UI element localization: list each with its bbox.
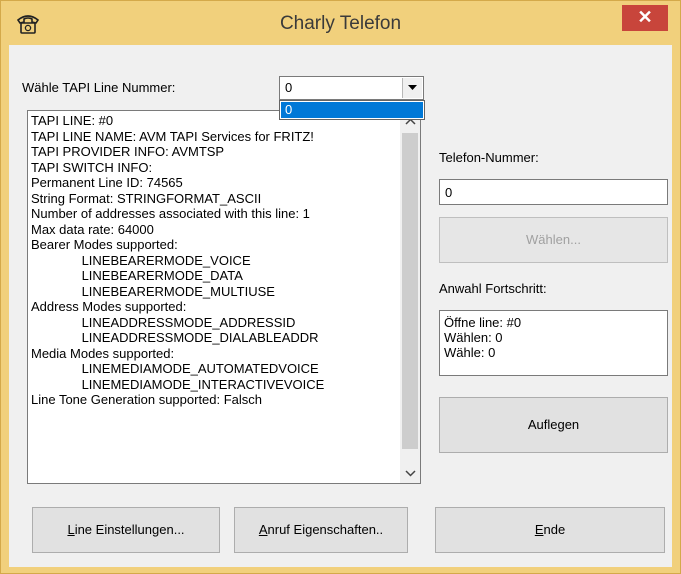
- line-info-text: TAPI LINE: #0 TAPI LINE NAME: AVM TAPI Se…: [31, 113, 401, 408]
- window-title: Charly Telefon: [279, 13, 402, 34]
- line-select-dropdown-list[interactable]: 0: [279, 100, 425, 120]
- info-line: TAPI PROVIDER INFO: AVMTSP: [31, 144, 225, 159]
- title-bar[interactable]: Charly Telefon ✕: [1, 1, 680, 45]
- info-line: Max data rate: 64000: [31, 221, 154, 237]
- info-line: LINEBEARERMODE_MULTIUSE: [31, 283, 275, 299]
- info-line: Bearer Modes supported:: [31, 237, 178, 252]
- progress-line: Wähle: 0: [444, 345, 496, 360]
- call-properties-button[interactable]: Anruf Eigenschaften..: [234, 507, 408, 553]
- accelerator-key: A: [258, 522, 268, 537]
- button-label: ine Einstellungen...: [74, 522, 185, 537]
- info-line: LINEMEDIAMODE_AUTOMATEDVOICE: [31, 361, 319, 376]
- phone-number-value: 0: [445, 185, 453, 200]
- line-select-label: Wähle TAPI Line Nummer:: [22, 80, 176, 95]
- dial-progress-label: Anwahl Fortschritt:: [439, 281, 547, 296]
- button-label: nde: [543, 522, 566, 537]
- info-line: LINEMEDIAMODE_INTERACTIVEVOICE: [31, 376, 325, 392]
- info-line: LINEBEARERMODE_DATA: [31, 268, 243, 283]
- line-settings-button[interactable]: Line Einstellungen...: [32, 507, 220, 553]
- info-line: LINEADDRESSMODE_ADDRESSID: [31, 314, 296, 330]
- main-window: Charly Telefon ✕ Wähle TAPI Line Nummer:…: [0, 0, 681, 574]
- progress-line: Wählen: 0: [444, 330, 503, 345]
- accelerator-key: L: [67, 522, 75, 537]
- scroll-thumb[interactable]: [402, 133, 418, 449]
- line-select-value: 0: [285, 80, 293, 95]
- line-info-listbox[interactable]: TAPI LINE: #0 TAPI LINE NAME: AVM TAPI Se…: [27, 110, 421, 484]
- info-line: Number of addresses associated with this…: [31, 206, 310, 221]
- button-label: nruf Eigenschaften..: [267, 522, 384, 537]
- vertical-scrollbar[interactable]: [400, 111, 420, 483]
- info-line: Media Modes supported:: [31, 345, 175, 361]
- progress-line: Öffne line: #0: [444, 315, 522, 330]
- dropdown-option-0[interactable]: 0: [281, 102, 423, 118]
- scroll-down-button[interactable]: [400, 463, 420, 483]
- line-select-combobox[interactable]: 0: [279, 76, 424, 100]
- phone-number-input[interactable]: 0: [439, 179, 668, 205]
- chevron-down-icon: [408, 85, 417, 90]
- dropdown-button[interactable]: [402, 78, 422, 98]
- info-line: LINEBEARERMODE_VOICE: [31, 252, 251, 268]
- info-line: Permanent Line ID: 74565: [31, 175, 183, 190]
- dial-progress-box: Öffne line: #0 Wählen: 0 Wähle: 0: [439, 310, 668, 376]
- client-area: Wähle TAPI Line Nummer: 0 TAPI LINE: #0 T…: [9, 45, 672, 567]
- info-line: Line Tone Generation supported: Falsch: [31, 392, 263, 407]
- info-line: Address Modes supported:: [31, 299, 187, 314]
- chevron-down-icon: [404, 470, 416, 477]
- info-line: String Format: STRINGFORMAT_ASCII: [31, 190, 262, 206]
- close-button[interactable]: ✕: [622, 5, 668, 31]
- phone-number-label: Telefon-Nummer:: [439, 150, 539, 165]
- info-line: LINEADDRESSMODE_DIALABLEADDR: [31, 330, 319, 345]
- hangup-button[interactable]: Auflegen: [439, 397, 668, 453]
- end-button[interactable]: Ende: [435, 507, 665, 553]
- info-line: TAPI SWITCH INFO:: [31, 159, 153, 175]
- dial-button[interactable]: Wählen...: [439, 217, 668, 263]
- info-line: TAPI LINE NAME: AVM TAPI Services for FR…: [31, 128, 314, 144]
